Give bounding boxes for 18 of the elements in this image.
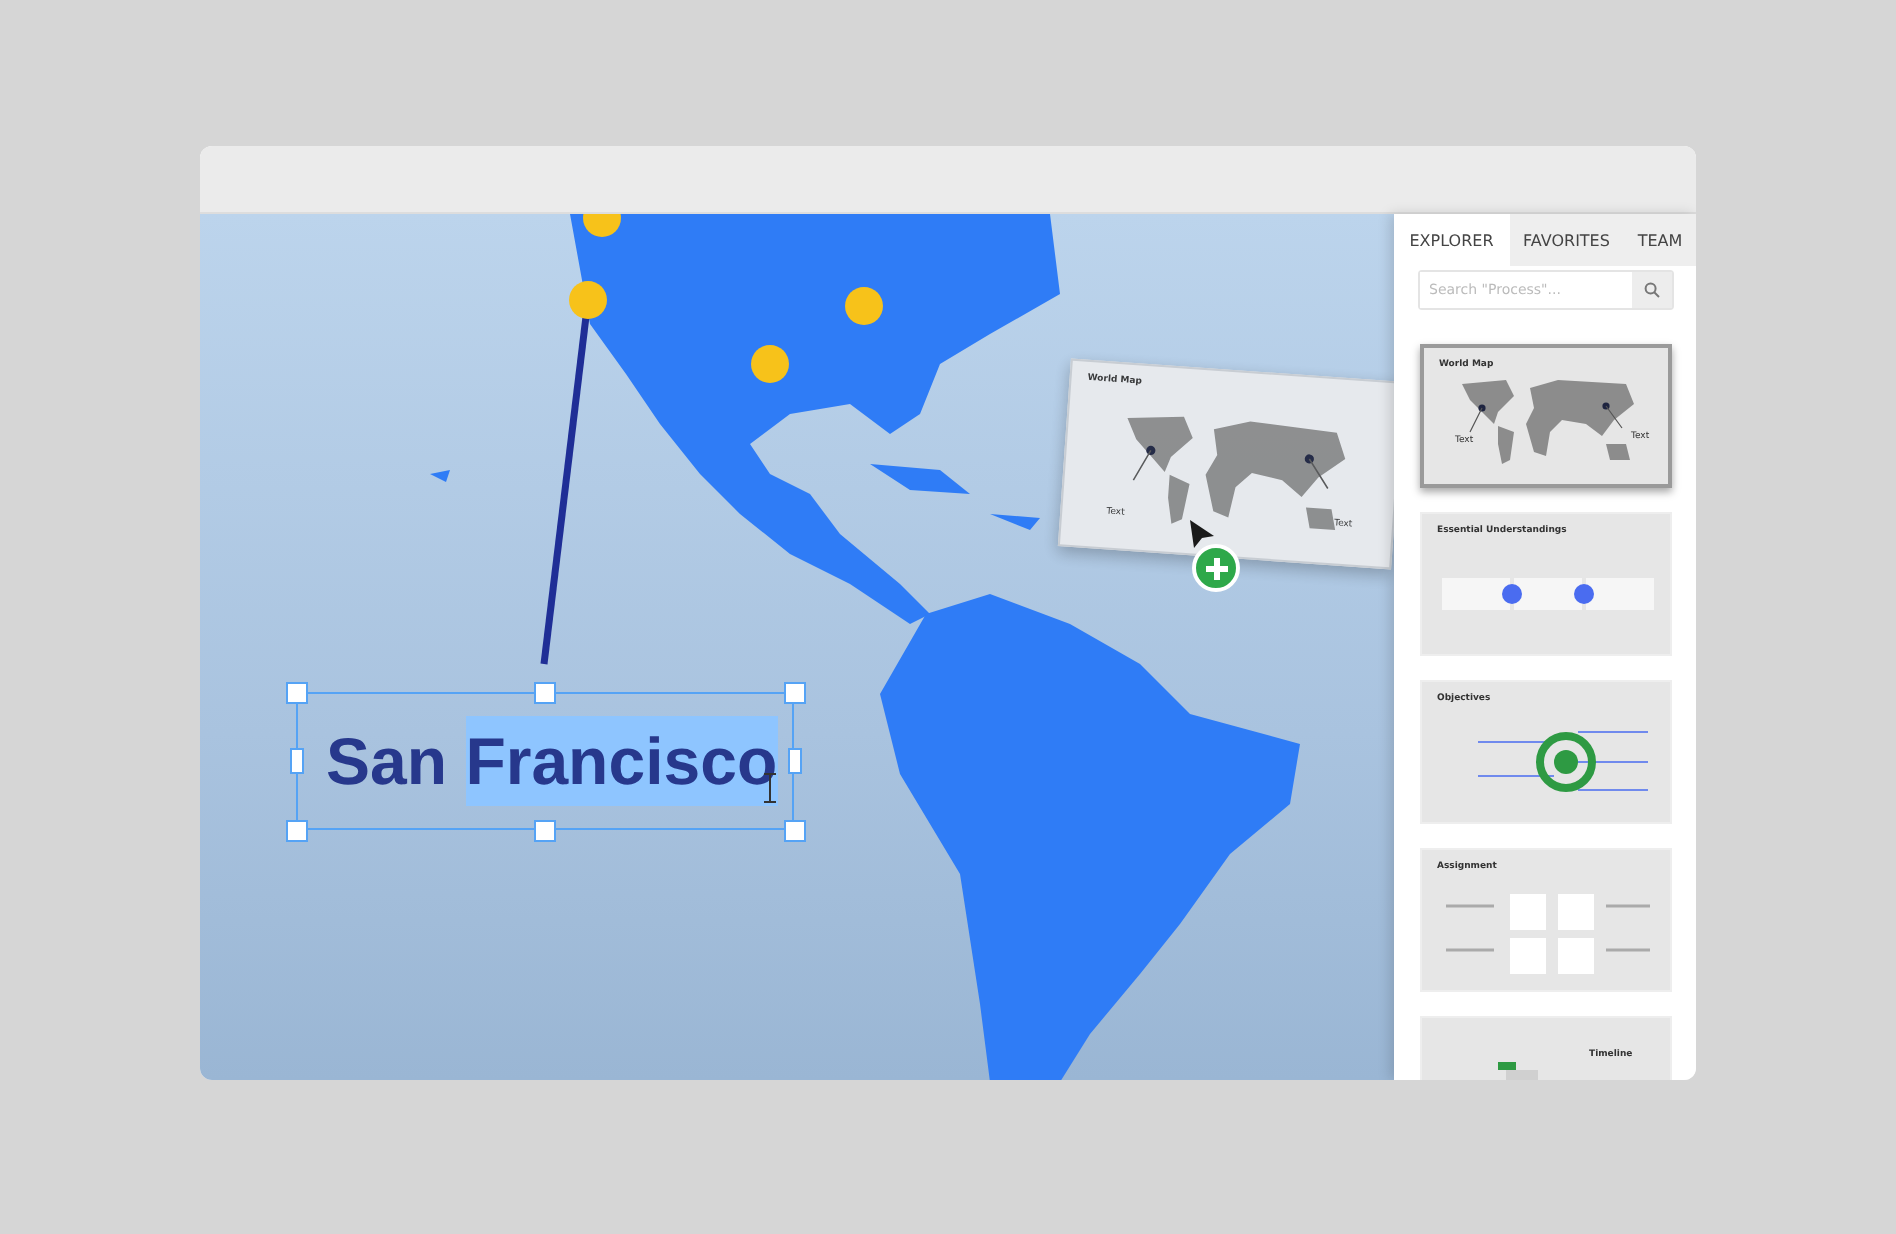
- resize-handle[interactable]: [534, 820, 556, 842]
- sidebar-tab[interactable]: TEAM: [1624, 214, 1696, 266]
- sidebar-tab[interactable]: FAVORITES: [1509, 214, 1624, 266]
- location-pin-icon[interactable]: [750, 344, 790, 384]
- resize-handle[interactable]: [290, 748, 304, 774]
- location-pin-icon[interactable]: [568, 280, 608, 320]
- search-icon[interactable]: [1643, 282, 1659, 298]
- resize-handle[interactable]: [286, 820, 308, 842]
- pointer-cursor-icon: [1188, 518, 1216, 550]
- resize-handle[interactable]: [784, 820, 806, 842]
- plus-icon: [1205, 557, 1227, 579]
- resize-handle[interactable]: [784, 682, 806, 704]
- resize-handle[interactable]: [788, 748, 802, 774]
- add-button[interactable]: [1192, 544, 1240, 592]
- location-pin-icon[interactable]: [844, 286, 884, 326]
- resize-handle[interactable]: [534, 682, 556, 704]
- sidebar-tab[interactable]: EXPLORER: [1394, 214, 1509, 266]
- resize-handle[interactable]: [286, 682, 308, 704]
